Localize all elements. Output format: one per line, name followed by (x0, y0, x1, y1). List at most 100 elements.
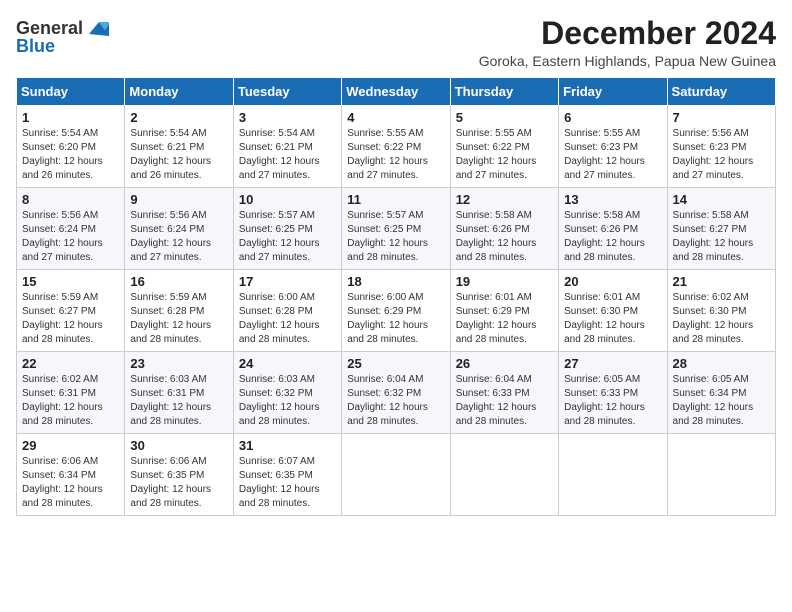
calendar-cell: 16 Sunrise: 5:59 AM Sunset: 6:28 PM Dayl… (125, 270, 233, 352)
cell-info: Sunrise: 5:55 AM Sunset: 6:23 PM Dayligh… (564, 127, 661, 183)
calendar-cell: 19 Sunrise: 6:01 AM Sunset: 6:29 PM Dayl… (450, 270, 558, 352)
calendar-cell: 24 Sunrise: 6:03 AM Sunset: 6:32 PM Dayl… (233, 352, 341, 434)
day-number: 23 (130, 356, 227, 371)
calendar-cell: 20 Sunrise: 6:01 AM Sunset: 6:30 PM Dayl… (559, 270, 667, 352)
calendar-cell: 1 Sunrise: 5:54 AM Sunset: 6:20 PM Dayli… (17, 106, 125, 188)
calendar-cell: 7 Sunrise: 5:56 AM Sunset: 6:23 PM Dayli… (667, 106, 775, 188)
cell-info: Sunrise: 6:00 AM Sunset: 6:28 PM Dayligh… (239, 291, 336, 347)
cell-info: Sunrise: 6:05 AM Sunset: 6:33 PM Dayligh… (564, 373, 661, 429)
cell-info: Sunrise: 5:57 AM Sunset: 6:25 PM Dayligh… (239, 209, 336, 265)
calendar-week-row: 1 Sunrise: 5:54 AM Sunset: 6:20 PM Dayli… (17, 106, 776, 188)
day-number: 6 (564, 110, 661, 125)
page-subtitle: Goroka, Eastern Highlands, Papua New Gui… (479, 53, 776, 69)
calendar-cell: 26 Sunrise: 6:04 AM Sunset: 6:33 PM Dayl… (450, 352, 558, 434)
calendar-cell: 22 Sunrise: 6:02 AM Sunset: 6:31 PM Dayl… (17, 352, 125, 434)
day-number: 3 (239, 110, 336, 125)
calendar-cell: 8 Sunrise: 5:56 AM Sunset: 6:24 PM Dayli… (17, 188, 125, 270)
cell-info: Sunrise: 6:07 AM Sunset: 6:35 PM Dayligh… (239, 455, 336, 511)
logo-icon (85, 16, 109, 40)
cell-info: Sunrise: 6:04 AM Sunset: 6:32 PM Dayligh… (347, 373, 444, 429)
cell-info: Sunrise: 6:01 AM Sunset: 6:29 PM Dayligh… (456, 291, 553, 347)
cell-info: Sunrise: 5:59 AM Sunset: 6:28 PM Dayligh… (130, 291, 227, 347)
calendar-cell (450, 434, 558, 516)
cell-info: Sunrise: 6:05 AM Sunset: 6:34 PM Dayligh… (673, 373, 770, 429)
header: General Blue December 2024 Goroka, Easte… (16, 16, 776, 69)
day-number: 7 (673, 110, 770, 125)
cell-info: Sunrise: 6:01 AM Sunset: 6:30 PM Dayligh… (564, 291, 661, 347)
cell-info: Sunrise: 5:56 AM Sunset: 6:23 PM Dayligh… (673, 127, 770, 183)
day-number: 21 (673, 274, 770, 289)
cell-info: Sunrise: 6:06 AM Sunset: 6:35 PM Dayligh… (130, 455, 227, 511)
weekday-header-friday: Friday (559, 78, 667, 106)
calendar-cell: 23 Sunrise: 6:03 AM Sunset: 6:31 PM Dayl… (125, 352, 233, 434)
day-number: 16 (130, 274, 227, 289)
calendar-cell: 13 Sunrise: 5:58 AM Sunset: 6:26 PM Dayl… (559, 188, 667, 270)
day-number: 11 (347, 192, 444, 207)
calendar-cell (559, 434, 667, 516)
cell-info: Sunrise: 6:06 AM Sunset: 6:34 PM Dayligh… (22, 455, 119, 511)
weekday-header-monday: Monday (125, 78, 233, 106)
cell-info: Sunrise: 5:58 AM Sunset: 6:27 PM Dayligh… (673, 209, 770, 265)
day-number: 5 (456, 110, 553, 125)
day-number: 19 (456, 274, 553, 289)
cell-info: Sunrise: 5:55 AM Sunset: 6:22 PM Dayligh… (456, 127, 553, 183)
calendar-cell: 21 Sunrise: 6:02 AM Sunset: 6:30 PM Dayl… (667, 270, 775, 352)
day-number: 12 (456, 192, 553, 207)
weekday-header-wednesday: Wednesday (342, 78, 450, 106)
day-number: 31 (239, 438, 336, 453)
day-number: 26 (456, 356, 553, 371)
day-number: 30 (130, 438, 227, 453)
calendar-cell: 6 Sunrise: 5:55 AM Sunset: 6:23 PM Dayli… (559, 106, 667, 188)
logo: General Blue (16, 16, 109, 57)
page-title: December 2024 (479, 16, 776, 51)
calendar-cell: 29 Sunrise: 6:06 AM Sunset: 6:34 PM Dayl… (17, 434, 125, 516)
cell-info: Sunrise: 5:56 AM Sunset: 6:24 PM Dayligh… (22, 209, 119, 265)
day-number: 25 (347, 356, 444, 371)
calendar-cell (667, 434, 775, 516)
day-number: 2 (130, 110, 227, 125)
day-number: 1 (22, 110, 119, 125)
cell-info: Sunrise: 5:54 AM Sunset: 6:21 PM Dayligh… (130, 127, 227, 183)
weekday-header-thursday: Thursday (450, 78, 558, 106)
weekday-header-saturday: Saturday (667, 78, 775, 106)
cell-info: Sunrise: 5:58 AM Sunset: 6:26 PM Dayligh… (456, 209, 553, 265)
day-number: 24 (239, 356, 336, 371)
day-number: 14 (673, 192, 770, 207)
calendar-cell: 12 Sunrise: 5:58 AM Sunset: 6:26 PM Dayl… (450, 188, 558, 270)
calendar-cell: 27 Sunrise: 6:05 AM Sunset: 6:33 PM Dayl… (559, 352, 667, 434)
day-number: 8 (22, 192, 119, 207)
calendar-cell: 25 Sunrise: 6:04 AM Sunset: 6:32 PM Dayl… (342, 352, 450, 434)
weekday-header-row: SundayMondayTuesdayWednesdayThursdayFrid… (17, 78, 776, 106)
calendar-week-row: 29 Sunrise: 6:06 AM Sunset: 6:34 PM Dayl… (17, 434, 776, 516)
day-number: 28 (673, 356, 770, 371)
weekday-header-tuesday: Tuesday (233, 78, 341, 106)
cell-info: Sunrise: 6:04 AM Sunset: 6:33 PM Dayligh… (456, 373, 553, 429)
calendar-cell (342, 434, 450, 516)
calendar-cell: 15 Sunrise: 5:59 AM Sunset: 6:27 PM Dayl… (17, 270, 125, 352)
weekday-header-sunday: Sunday (17, 78, 125, 106)
cell-info: Sunrise: 6:02 AM Sunset: 6:30 PM Dayligh… (673, 291, 770, 347)
cell-info: Sunrise: 6:02 AM Sunset: 6:31 PM Dayligh… (22, 373, 119, 429)
calendar-cell: 18 Sunrise: 6:00 AM Sunset: 6:29 PM Dayl… (342, 270, 450, 352)
calendar: SundayMondayTuesdayWednesdayThursdayFrid… (16, 77, 776, 516)
calendar-cell: 2 Sunrise: 5:54 AM Sunset: 6:21 PM Dayli… (125, 106, 233, 188)
day-number: 29 (22, 438, 119, 453)
day-number: 13 (564, 192, 661, 207)
cell-info: Sunrise: 6:03 AM Sunset: 6:31 PM Dayligh… (130, 373, 227, 429)
day-number: 4 (347, 110, 444, 125)
calendar-cell: 17 Sunrise: 6:00 AM Sunset: 6:28 PM Dayl… (233, 270, 341, 352)
calendar-cell: 30 Sunrise: 6:06 AM Sunset: 6:35 PM Dayl… (125, 434, 233, 516)
day-number: 17 (239, 274, 336, 289)
cell-info: Sunrise: 6:03 AM Sunset: 6:32 PM Dayligh… (239, 373, 336, 429)
cell-info: Sunrise: 6:00 AM Sunset: 6:29 PM Dayligh… (347, 291, 444, 347)
calendar-cell: 11 Sunrise: 5:57 AM Sunset: 6:25 PM Dayl… (342, 188, 450, 270)
day-number: 10 (239, 192, 336, 207)
cell-info: Sunrise: 5:56 AM Sunset: 6:24 PM Dayligh… (130, 209, 227, 265)
cell-info: Sunrise: 5:54 AM Sunset: 6:20 PM Dayligh… (22, 127, 119, 183)
cell-info: Sunrise: 5:55 AM Sunset: 6:22 PM Dayligh… (347, 127, 444, 183)
calendar-week-row: 8 Sunrise: 5:56 AM Sunset: 6:24 PM Dayli… (17, 188, 776, 270)
cell-info: Sunrise: 5:58 AM Sunset: 6:26 PM Dayligh… (564, 209, 661, 265)
calendar-cell: 10 Sunrise: 5:57 AM Sunset: 6:25 PM Dayl… (233, 188, 341, 270)
cell-info: Sunrise: 5:57 AM Sunset: 6:25 PM Dayligh… (347, 209, 444, 265)
cell-info: Sunrise: 5:54 AM Sunset: 6:21 PM Dayligh… (239, 127, 336, 183)
